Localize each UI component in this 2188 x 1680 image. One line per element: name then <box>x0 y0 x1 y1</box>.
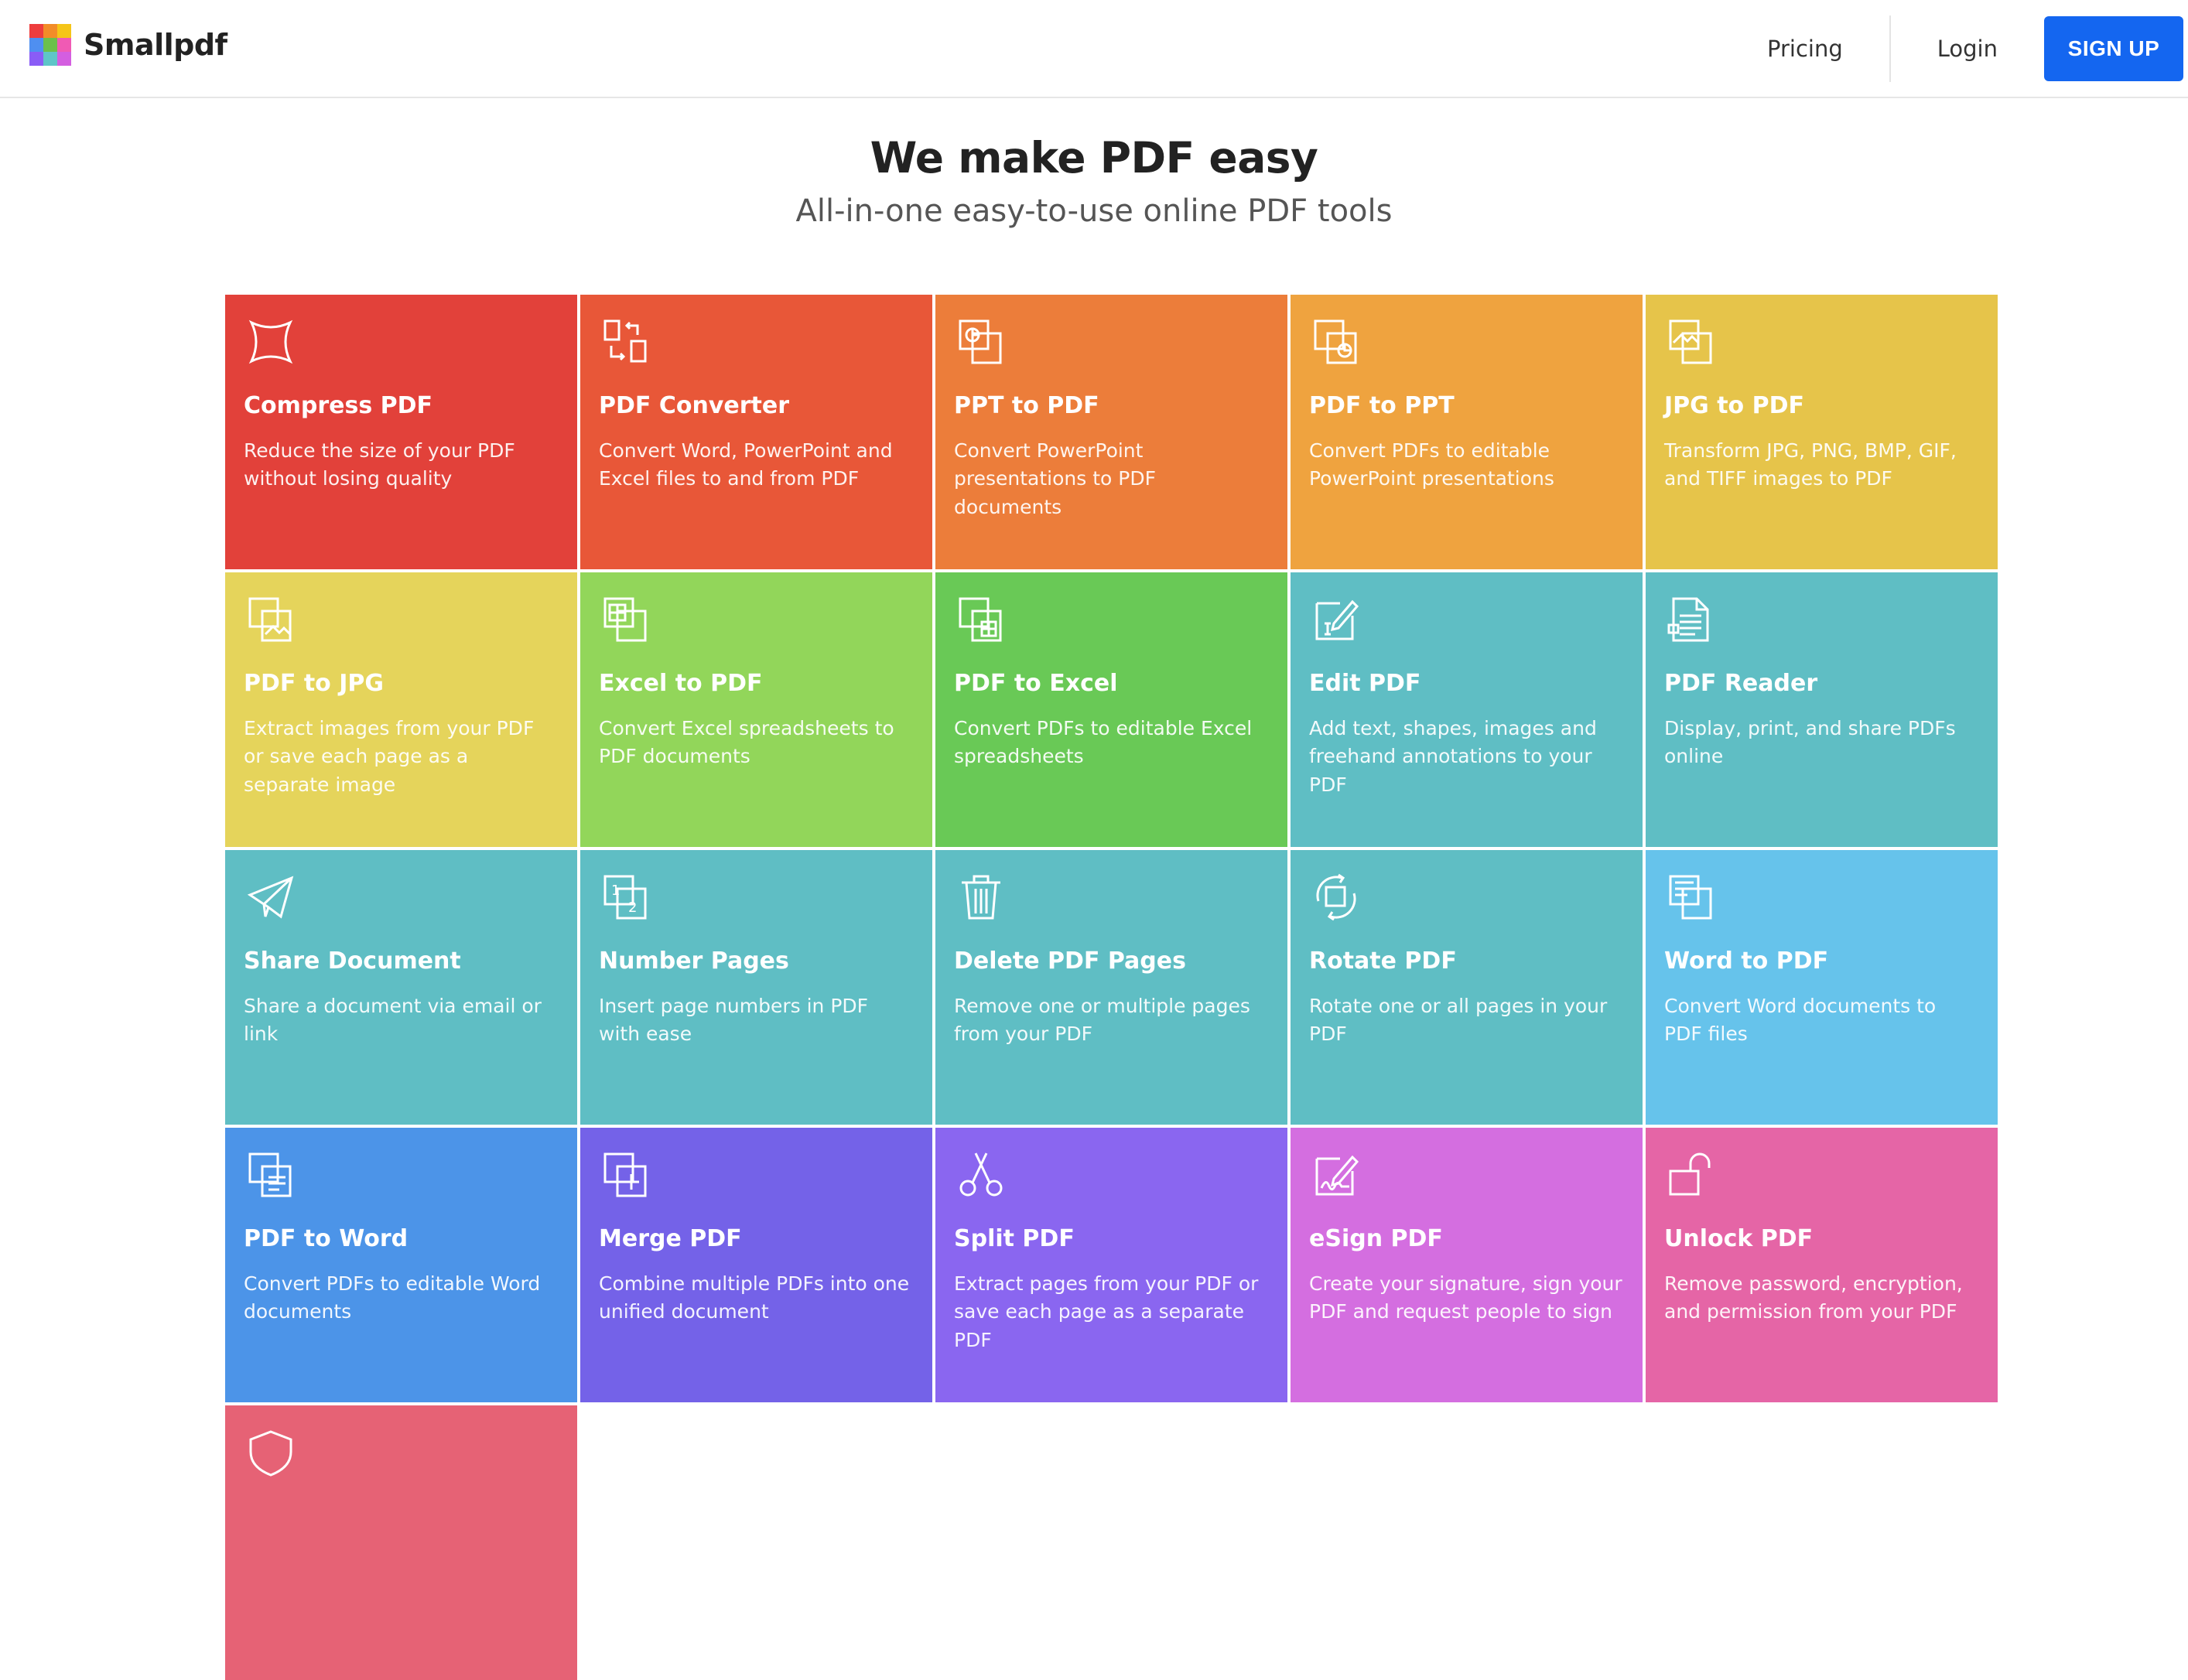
tool-title: PPT to PDF <box>954 392 1099 419</box>
tool-description: Rotate one or all pages in your PDF <box>1309 995 1608 1046</box>
tool-description: Combine multiple PDFs into one unified d… <box>599 1272 910 1323</box>
tool-description: Create your signature, sign your PDF and… <box>1309 1272 1622 1323</box>
edit-icon <box>1311 594 1362 645</box>
tool-title: Share Document <box>244 948 461 975</box>
site-header: Smallpdf Pricing Login SIGN UP <box>0 0 2188 98</box>
excel-icon <box>600 594 651 645</box>
tool-title: Merge PDF <box>599 1225 742 1252</box>
compress-icon <box>245 316 296 367</box>
tool-description: Convert PDFs to editable PowerPoint pres… <box>1309 439 1554 490</box>
pdf-excel-icon <box>956 594 1007 645</box>
tool-description: Reduce the size of your PDF without losi… <box>244 439 515 490</box>
tool-description: Display, print, and share PDFs online <box>1664 717 1956 768</box>
svg-text:1: 1 <box>611 883 620 899</box>
rotate-icon <box>1311 872 1362 923</box>
tool-title: Word to PDF <box>1664 948 1829 975</box>
tool-grid: Compress PDF Reduce the size of your PDF … <box>225 295 1998 1680</box>
tool-tile[interactable]: Merge PDF Combine multiple PDFs into one … <box>580 1128 932 1402</box>
tool-description: Extract pages from your PDF or save each… <box>954 1272 1259 1351</box>
tool-description: Convert PDFs to editable Excel spreadshe… <box>954 717 1253 768</box>
tool-tile[interactable]: Rotate PDF Rotate one or all pages in you… <box>1291 850 1643 1125</box>
tool-tile[interactable]: PDF to Word Convert PDFs to editable Word… <box>225 1128 577 1402</box>
ppt-icon <box>956 316 1007 367</box>
tool-description: Convert Word, PowerPoint and Excel files… <box>599 439 893 490</box>
shield-icon <box>245 1427 296 1478</box>
tool-description: Remove one or multiple pages from your P… <box>954 995 1250 1046</box>
tool-description: Convert Word documents to PDF files <box>1664 995 1937 1046</box>
tool-tile[interactable]: PDF to PPT Convert PDFs to editable Power… <box>1291 295 1643 569</box>
tool-tile[interactable]: PDF Converter Convert Word, PowerPoint an… <box>580 295 932 569</box>
tool-tile[interactable]: PDF to Excel Convert PDFs to editable Exc… <box>935 572 1287 847</box>
number-icon: 12 <box>600 872 651 923</box>
svg-text:2: 2 <box>628 900 637 916</box>
tool-tile[interactable]: PDF to JPG Extract images from your PDF o… <box>225 572 577 847</box>
tool-title: PDF to Word <box>244 1225 409 1252</box>
tool-title: Edit PDF <box>1309 670 1421 697</box>
hero: We make PDF easy All-in-one easy-to-use … <box>0 133 2188 229</box>
tool-description: Add text, shapes, images and freehand an… <box>1309 717 1597 796</box>
tool-title: Unlock PDF <box>1664 1225 1814 1252</box>
logo[interactable]: Smallpdf <box>29 23 227 67</box>
jpg-icon <box>1666 316 1717 367</box>
signup-button[interactable]: SIGN UP <box>2044 15 2183 81</box>
tool-title: Split PDF <box>954 1225 1075 1252</box>
tool-title: PDF Converter <box>599 392 789 419</box>
convert-icon <box>600 316 651 367</box>
esign-icon <box>1311 1149 1362 1200</box>
tool-tile[interactable]: Compress PDF Reduce the size of your PDF … <box>225 295 577 569</box>
tool-description: Insert page numbers in PDF with ease <box>599 995 869 1046</box>
tool-tile[interactable]: 1 2 Number Pages Insert page numbers in PDF… <box>580 850 932 1125</box>
tool-title: eSign PDF <box>1309 1225 1443 1252</box>
page-title: We make PDF easy <box>870 133 1318 183</box>
nav-pricing-link[interactable]: Pricing <box>1721 15 1889 82</box>
tool-tile[interactable]: Share Document Share a document via email… <box>225 850 577 1125</box>
nav-login-link[interactable]: Login <box>1891 15 2044 82</box>
paper-plane-icon <box>245 872 296 923</box>
tool-description: Convert PowerPoint presentations to PDF … <box>954 439 1156 518</box>
page-subtitle: All-in-one easy-to-use online PDF tools <box>795 193 1393 229</box>
tool-title: Excel to PDF <box>599 670 763 697</box>
tool-title: PDF Reader <box>1664 670 1818 697</box>
tool-title: PDF to Excel <box>954 670 1118 697</box>
tool-description: Remove password, encryption, and permiss… <box>1664 1272 1963 1323</box>
logo-text: Smallpdf <box>84 28 227 62</box>
tool-tile[interactable]: Edit PDF Add text, shapes, images and fre… <box>1291 572 1643 847</box>
scissors-icon <box>956 1149 1007 1200</box>
tool-description: Share a document via email or link <box>244 995 542 1046</box>
tool-title: Rotate PDF <box>1309 948 1457 975</box>
merge-icon <box>600 1149 651 1200</box>
pdf-jpg-icon <box>245 594 296 645</box>
tool-description: Convert Excel spreadsheets to PDF docume… <box>599 717 894 768</box>
tool-tile[interactable]: Split PDF Extract pages from your PDF or … <box>935 1128 1287 1402</box>
tool-tile[interactable]: PDF Reader Display, print, and share PDFs… <box>1646 572 1998 847</box>
tool-description: Transform JPG, PNG, BMP, GIF, and TIFF i… <box>1664 439 1957 490</box>
trash-icon <box>956 872 1007 923</box>
tool-title: JPG to PDF <box>1664 392 1804 419</box>
tool-tile[interactable] <box>225 1405 577 1680</box>
tool-description: Convert PDFs to editable Word documents <box>244 1272 541 1323</box>
tool-title: Number Pages <box>599 948 789 975</box>
tool-tile[interactable]: eSign PDF Create your signature, sign you… <box>1291 1128 1643 1402</box>
tool-tile[interactable]: Delete PDF Pages Remove one or multiple p… <box>935 850 1287 1125</box>
tool-tile[interactable]: PPT to PDF Convert PowerPoint presentatio… <box>935 295 1287 569</box>
tool-title: PDF to JPG <box>244 670 384 697</box>
tool-tile[interactable]: Excel to PDF Convert Excel spreadsheets t… <box>580 572 932 847</box>
reader-icon <box>1666 594 1717 645</box>
tool-tile[interactable]: Unlock PDF Remove password, encryption, a… <box>1646 1128 1998 1402</box>
tool-title: Delete PDF Pages <box>954 948 1186 975</box>
logo-mark-icon <box>29 24 71 66</box>
tool-description: Extract images from your PDF or save eac… <box>244 717 535 796</box>
tool-title: Compress PDF <box>244 392 433 419</box>
tool-tile[interactable]: Word to PDF Convert Word documents to PDF… <box>1646 850 1998 1125</box>
tool-title: PDF to PPT <box>1309 392 1455 419</box>
pdf-word-icon <box>245 1149 296 1200</box>
word-icon <box>1666 872 1717 923</box>
unlock-icon <box>1666 1149 1717 1200</box>
tool-tile[interactable]: JPG to PDF Transform JPG, PNG, BMP, GIF, … <box>1646 295 1998 569</box>
pdf-ppt-icon <box>1311 316 1362 367</box>
top-nav: Pricing Login SIGN UP <box>1721 0 2188 97</box>
